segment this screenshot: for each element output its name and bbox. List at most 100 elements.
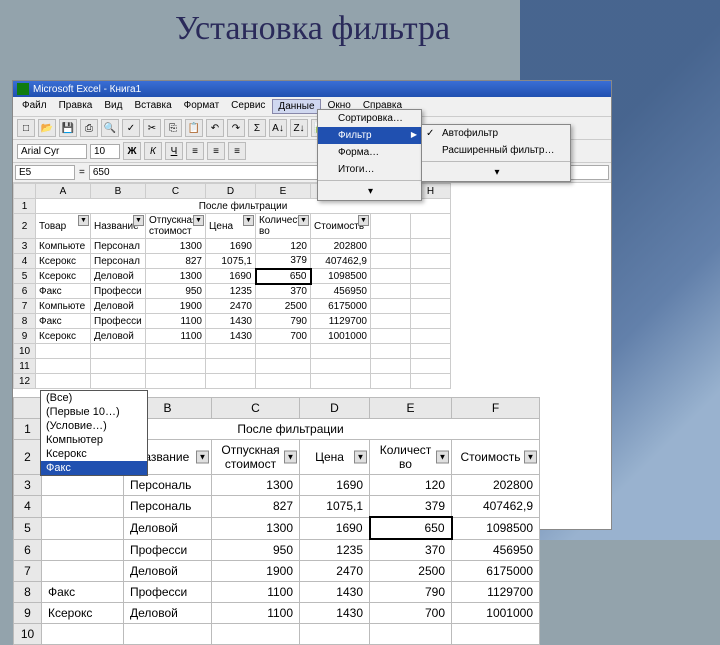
filter-arrow-icon[interactable]: ▼ xyxy=(284,451,297,464)
menuitem-expand[interactable]: ▾ xyxy=(318,183,421,200)
cell[interactable]: 370 xyxy=(256,284,311,299)
cell[interactable]: 1900 xyxy=(146,299,206,314)
menuitem-expand[interactable]: ▾ xyxy=(422,164,570,181)
hdr-otpusk[interactable]: Отпускнаястоимост▼ xyxy=(146,214,206,239)
cell[interactable]: 950 xyxy=(146,284,206,299)
cell[interactable]: Персональ xyxy=(124,475,212,496)
row-header[interactable]: 4 xyxy=(14,496,42,518)
new-icon[interactable]: □ xyxy=(17,119,35,137)
col-header[interactable]: C xyxy=(212,398,300,419)
cell[interactable]: Професси xyxy=(91,284,146,299)
name-box[interactable]: E5 xyxy=(15,165,75,180)
cell[interactable]: 6175000 xyxy=(311,299,371,314)
cell[interactable]: Факс xyxy=(36,314,91,329)
top-grid[interactable]: A B C D E F G H 1После фильтрации 2 Това… xyxy=(13,183,451,389)
cell[interactable]: 1690 xyxy=(206,239,256,254)
cell[interactable]: Деловой xyxy=(124,603,212,624)
cell[interactable]: 1098500 xyxy=(311,269,371,284)
cell[interactable]: 379 xyxy=(370,496,452,518)
cell[interactable]: Ксерокс xyxy=(36,329,91,344)
sort-asc-icon[interactable]: A↓ xyxy=(269,119,287,137)
cell[interactable]: 950 xyxy=(212,539,300,561)
cell[interactable]: 1100 xyxy=(146,329,206,344)
bold-icon[interactable]: Ж xyxy=(123,142,141,160)
cell[interactable]: 650 xyxy=(370,517,452,539)
menuitem-sort[interactable]: Сортировка… xyxy=(318,110,421,127)
cell[interactable]: Персонал xyxy=(91,239,146,254)
row-header[interactable]: 9 xyxy=(14,603,42,624)
cell[interactable]: 1001000 xyxy=(311,329,371,344)
sum-icon[interactable]: Σ xyxy=(248,119,266,137)
print-icon[interactable]: ⎙ xyxy=(80,119,98,137)
cell[interactable]: 827 xyxy=(146,254,206,269)
cell[interactable]: 6175000 xyxy=(452,561,540,582)
cell[interactable]: 379 xyxy=(256,254,311,269)
menu-insert[interactable]: Вставка xyxy=(129,99,176,114)
cell[interactable]: 650 xyxy=(256,269,311,284)
cell[interactable] xyxy=(42,475,124,496)
cell[interactable]: Деловой xyxy=(124,561,212,582)
cell[interactable]: 1235 xyxy=(206,284,256,299)
filter-arrow-icon[interactable]: ▼ xyxy=(524,451,537,464)
row-header[interactable]: 4 xyxy=(14,254,36,269)
sort-desc-icon[interactable]: Z↓ xyxy=(290,119,308,137)
row-header[interactable]: 6 xyxy=(14,284,36,299)
row-header[interactable]: 8 xyxy=(14,582,42,603)
cell[interactable]: 1100 xyxy=(146,314,206,329)
hdr-cost[interactable]: Стоимость▼ xyxy=(452,440,540,475)
hdr-qty[interactable]: Количество▼ xyxy=(256,214,311,239)
cell[interactable]: 456950 xyxy=(452,539,540,561)
size-combo[interactable]: 10 xyxy=(90,144,120,159)
cell[interactable]: 1900 xyxy=(212,561,300,582)
redo-icon[interactable]: ↷ xyxy=(227,119,245,137)
cell[interactable]: 1098500 xyxy=(452,517,540,539)
save-icon[interactable]: 💾 xyxy=(59,119,77,137)
row-header[interactable]: 3 xyxy=(14,475,42,496)
filter-arrow-icon[interactable]: ▼ xyxy=(298,215,309,226)
menu-view[interactable]: Вид xyxy=(99,99,127,114)
corner-cell[interactable] xyxy=(14,398,42,419)
row-header[interactable]: 3 xyxy=(14,239,36,254)
font-combo[interactable]: Arial Cyr xyxy=(17,144,87,159)
filter-option-all[interactable]: (Все) xyxy=(41,391,147,405)
cell[interactable]: 1430 xyxy=(300,603,370,624)
cell[interactable]: 1300 xyxy=(146,269,206,284)
menu-edit[interactable]: Правка xyxy=(54,99,98,114)
menu-data[interactable]: Данные xyxy=(272,99,320,114)
cell[interactable]: 1690 xyxy=(300,475,370,496)
cell[interactable]: 1300 xyxy=(212,517,300,539)
filter-arrow-icon[interactable]: ▼ xyxy=(436,451,449,464)
cell[interactable]: 1075,1 xyxy=(206,254,256,269)
cell[interactable]: 790 xyxy=(256,314,311,329)
cell[interactable]: 1129700 xyxy=(452,582,540,603)
cell[interactable]: 1100 xyxy=(212,603,300,624)
row-header[interactable]: 12 xyxy=(14,374,36,389)
cell[interactable] xyxy=(42,539,124,561)
hdr-qty[interactable]: Количество▼ xyxy=(370,440,452,475)
cell[interactable]: Деловой xyxy=(124,517,212,539)
undo-icon[interactable]: ↶ xyxy=(206,119,224,137)
cell[interactable]: 1300 xyxy=(212,475,300,496)
row-header[interactable]: 1 xyxy=(14,199,36,214)
align-right-icon[interactable]: ≡ xyxy=(228,142,246,160)
cell[interactable]: 202800 xyxy=(452,475,540,496)
underline-icon[interactable]: Ч xyxy=(165,142,183,160)
menu-tools[interactable]: Сервис xyxy=(226,99,270,114)
copy-icon[interactable]: ⎘ xyxy=(164,119,182,137)
filter-option[interactable]: Компьютер xyxy=(41,433,147,447)
cell[interactable]: 202800 xyxy=(311,239,371,254)
cell[interactable]: 827 xyxy=(212,496,300,518)
hdr-price[interactable]: Цена▼ xyxy=(206,214,256,239)
menuitem-form[interactable]: Форма… xyxy=(318,144,421,161)
cell[interactable]: 790 xyxy=(370,582,452,603)
cell[interactable]: Деловой xyxy=(91,269,146,284)
cell[interactable]: Компьюте xyxy=(36,299,91,314)
menu-format[interactable]: Формат xyxy=(179,99,225,114)
cell[interactable]: 1430 xyxy=(206,314,256,329)
cell[interactable]: Персональ xyxy=(124,496,212,518)
filter-submenu[interactable]: Автофильтр Расширенный фильтр… ▾ xyxy=(421,124,571,182)
filter-arrow-icon[interactable]: ▼ xyxy=(133,215,144,226)
menuitem-advanced-filter[interactable]: Расширенный фильтр… xyxy=(422,142,570,159)
cell[interactable]: Деловой xyxy=(91,329,146,344)
col-header[interactable]: F xyxy=(452,398,540,419)
